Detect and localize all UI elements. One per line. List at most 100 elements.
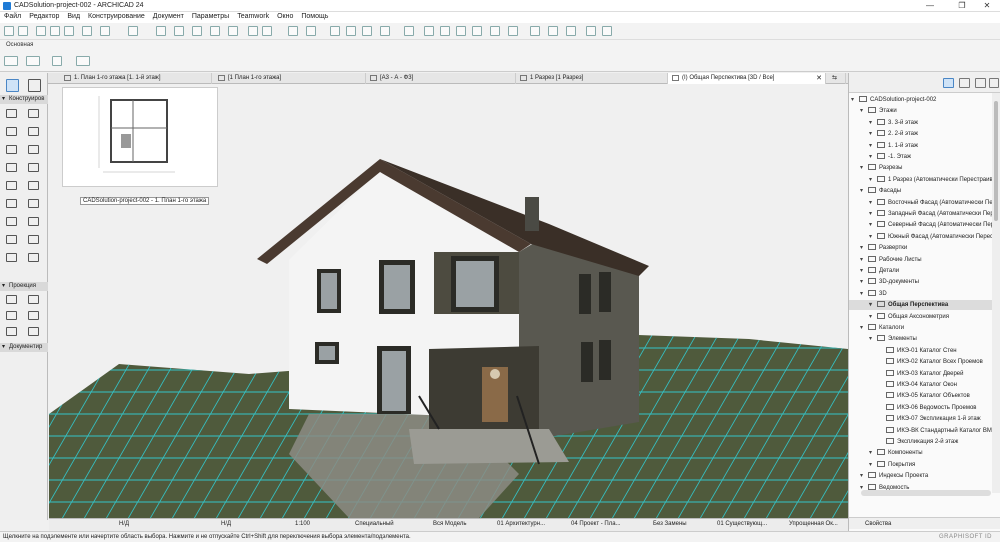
layout-icon[interactable]	[490, 26, 500, 36]
tree-item[interactable]: ▾ Северный Фасад (Автоматически Перест	[869, 220, 992, 230]
toolbox-section-projection[interactable]: Проекция	[0, 282, 48, 291]
close-tab-icon[interactable]: ✕	[816, 73, 822, 84]
beam-tool[interactable]	[28, 127, 39, 136]
expand-toggle-icon[interactable]: ▾	[860, 323, 863, 333]
expand-toggle-icon[interactable]: ▾	[869, 334, 872, 344]
figure-tool[interactable]	[6, 327, 17, 336]
curtain-wall-tool[interactable]	[6, 181, 17, 190]
tree-item[interactable]: ▾ Рабочие Листы	[860, 255, 922, 265]
expand-toggle-icon[interactable]: ▾	[869, 129, 872, 139]
tree-item[interactable]: ▾ Общая Аксонометрия	[869, 312, 949, 322]
magic-wand-icon[interactable]	[50, 26, 60, 36]
flag-icon[interactable]	[424, 26, 434, 36]
tree-item[interactable]: ИКЭ-03 Каталог Дверей	[886, 369, 963, 379]
layers-icon[interactable]	[82, 26, 92, 36]
tree-item[interactable]: ▾ 3D-документы	[860, 277, 919, 287]
zoom-value-1[interactable]: Н/Д	[119, 521, 129, 527]
flag-red-icon[interactable]	[440, 26, 450, 36]
fill-icon[interactable]	[210, 26, 220, 36]
graphisoft-id-link[interactable]: GRAPHISOFT ID	[939, 534, 992, 540]
publish-icon[interactable]	[508, 26, 518, 36]
cursor-icon[interactable]	[76, 56, 90, 66]
scale-dropdown[interactable]: 1:100	[295, 521, 310, 527]
tree-item[interactable]: ▾ 1. 1-й этаж	[869, 141, 918, 151]
tree-item[interactable]: ▾ 3D	[860, 289, 887, 299]
expand-toggle-icon[interactable]: ▾	[860, 277, 863, 287]
expand-toggle-icon[interactable]: ▾	[869, 448, 872, 458]
teamwork-icon[interactable]	[530, 26, 540, 36]
expand-toggle-icon[interactable]: ▾	[869, 152, 872, 162]
label-tool[interactable]	[28, 311, 39, 320]
expand-toggle-icon[interactable]: ▾	[860, 266, 863, 276]
menu-window[interactable]: Окно	[273, 12, 297, 21]
object-tool[interactable]	[6, 217, 17, 226]
expand-toggle-icon[interactable]: ▾	[869, 312, 872, 322]
slab-tool[interactable]	[6, 199, 17, 208]
tree-item[interactable]: ▾ Фасады	[860, 186, 901, 196]
undo-icon[interactable]	[4, 26, 14, 36]
tree-hscrollbar[interactable]	[861, 490, 991, 496]
zoom-value-2[interactable]: Н/Д	[221, 521, 231, 527]
ruler-icon[interactable]	[472, 26, 482, 36]
tree-item[interactable]: ▾ 1 Разрез (Автоматически Перестраива	[869, 175, 992, 185]
menu-document[interactable]: Документ	[149, 12, 188, 21]
structure-display-dropdown[interactable]: Упрощенная Ок...	[789, 521, 838, 527]
tree-item[interactable]: ИКЭ-02 Каталог Всех Проемов	[886, 357, 983, 367]
tree-item[interactable]: ИКЭ-05 Каталог Объектов	[886, 391, 970, 401]
view-map-icon[interactable]	[959, 78, 970, 88]
mesh-tool[interactable]	[28, 235, 39, 244]
tree-item[interactable]: Экспликация 2-й этаж	[886, 437, 958, 447]
expand-toggle-icon[interactable]: ▾	[869, 175, 872, 185]
close-window-button[interactable]: ✕	[975, 1, 999, 11]
tree-item[interactable]: ▾ Детали	[860, 266, 899, 276]
column-tool[interactable]	[6, 127, 17, 136]
morph-tool[interactable]	[6, 253, 17, 262]
tab-floor-plan[interactable]: 1. План 1-го этажа [1. 1-й этаж]	[60, 73, 212, 84]
expand-toggle-icon[interactable]: ▾	[869, 141, 872, 151]
zone-tool[interactable]	[6, 235, 17, 244]
expand-toggle-icon[interactable]: ▾	[869, 220, 872, 230]
tab-list-button[interactable]: ⇆	[828, 73, 846, 84]
arrow-tool[interactable]	[6, 79, 19, 92]
expand-toggle-icon[interactable]: ▾	[869, 460, 872, 470]
tab-3d-perspective[interactable]: (I) Общая Перспектива [3D / Все] ✕	[668, 73, 826, 84]
tree-item[interactable]: ▾ Южный Фасад (Автоматически Перестр	[869, 232, 992, 242]
tree-item[interactable]: ▾ 3. 3-й этаж	[869, 118, 918, 128]
stair-tool[interactable]	[6, 163, 17, 172]
menu-design[interactable]: Конструирование	[84, 12, 149, 21]
marquee-tool[interactable]	[28, 79, 41, 92]
expand-toggle-icon[interactable]: ▾	[860, 255, 863, 265]
tree-item[interactable]: ▾ Этажи	[860, 106, 897, 116]
message-icon[interactable]	[602, 26, 612, 36]
pen-set-icon[interactable]	[128, 26, 138, 36]
maximize-button[interactable]: ❐	[950, 1, 974, 11]
menu-teamwork[interactable]: Teamwork	[233, 12, 273, 21]
scrollbar-thumb[interactable]	[994, 101, 998, 221]
shell-tool[interactable]	[28, 199, 39, 208]
wall-tool[interactable]	[6, 109, 17, 118]
grid-tool[interactable]	[6, 311, 17, 320]
menu-file[interactable]: Файл	[0, 12, 25, 21]
tree-item[interactable]: ▾ Западный Фасад (Автоматически Перес	[869, 209, 992, 219]
mvo-dropdown[interactable]: 04 Проект - Пла...	[571, 521, 621, 527]
override-dropdown[interactable]: Без Замены	[653, 521, 687, 527]
tree-item[interactable]: ▾ -1. Этаж	[869, 152, 911, 162]
expand-toggle-icon[interactable]: ▾	[869, 300, 872, 310]
railing-tool[interactable]	[28, 163, 39, 172]
menu-edit[interactable]: Редактор	[25, 12, 63, 21]
tree-item[interactable]: ▾ Восточный Фасад (Автоматически Перест	[869, 198, 992, 208]
eyedropper-icon[interactable]	[64, 26, 74, 36]
bim-cloud-icon[interactable]	[586, 26, 596, 36]
rotate-icon[interactable]	[52, 56, 62, 66]
orbit-icon[interactable]	[306, 26, 316, 36]
expand-toggle-icon[interactable]: ▾	[860, 243, 863, 253]
redo-icon[interactable]	[18, 26, 28, 36]
tree-item[interactable]: ▾ Покрытия	[869, 460, 915, 470]
section-icon[interactable]	[362, 26, 372, 36]
tree-item[interactable]: ▾ Компоненты	[869, 448, 923, 458]
skylight-tool[interactable]	[28, 145, 39, 154]
tree-scrollbar[interactable]	[992, 93, 1000, 493]
line-icon[interactable]	[156, 26, 166, 36]
guide-lines-icon[interactable]	[262, 26, 272, 36]
send-icon[interactable]	[548, 26, 558, 36]
